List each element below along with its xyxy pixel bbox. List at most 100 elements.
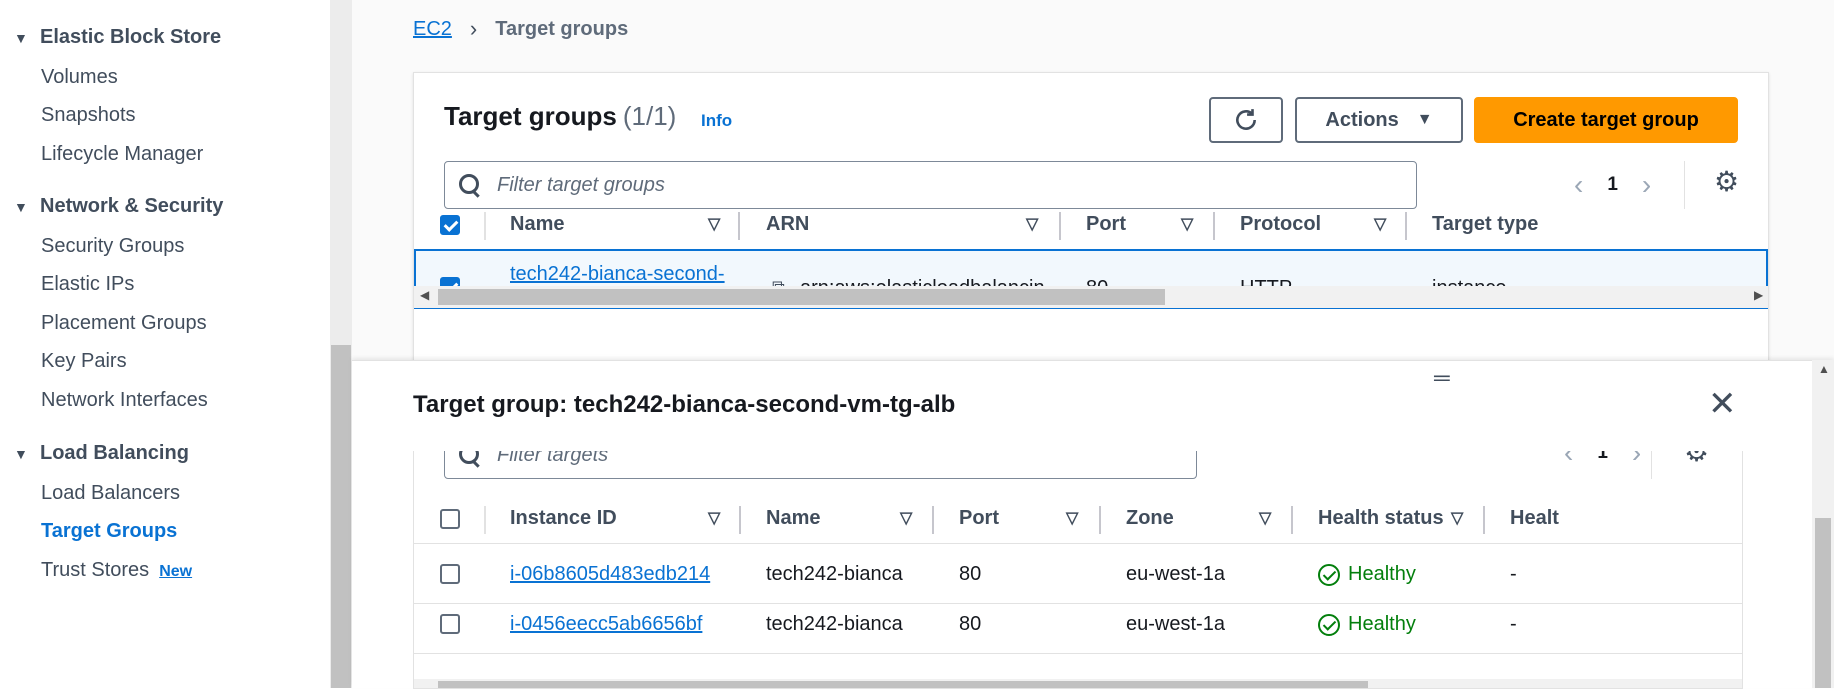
search-icon [457, 172, 483, 198]
refresh-button[interactable] [1209, 97, 1283, 143]
column-header-protocol[interactable]: Protocol [1240, 213, 1321, 236]
create-target-group-button[interactable]: Create target group [1474, 97, 1738, 143]
row-checkbox[interactable] [440, 564, 460, 584]
column-divider[interactable] [738, 212, 740, 240]
sort-icon[interactable]: ▽ [1026, 214, 1038, 234]
sidebar-item-target-groups[interactable]: Target Groups [41, 520, 177, 543]
next-page-icon[interactable]: › [1642, 169, 1651, 201]
health-status: Healthy [1318, 563, 1416, 586]
nav-section-load-balancing[interactable]: ▼ Load Balancing [14, 442, 189, 465]
sort-icon[interactable]: ▽ [1066, 508, 1078, 528]
column-header-port[interactable]: Port [959, 507, 999, 530]
sort-icon[interactable]: ▽ [1181, 214, 1193, 234]
filter-targets-input[interactable]: Filter targets [444, 451, 1197, 479]
instance-name: tech242-bianca [766, 563, 903, 585]
scroll-left-icon[interactable]: ◀ [420, 288, 429, 302]
next-page-icon[interactable]: › [1632, 451, 1641, 469]
nav-section-elastic-block-store[interactable]: ▼ Elastic Block Store [14, 26, 221, 49]
caret-down-icon: ▼ [14, 29, 28, 46]
zone-value: eu-west-1a [1126, 563, 1225, 585]
instance-id-link[interactable]: i-0456eecc5ab6656bf [510, 613, 702, 636]
row-checkbox[interactable] [440, 614, 460, 634]
selection-count: (1/1) [622, 101, 677, 131]
target-group-name-link[interactable]: tech242-bianca-second- [510, 263, 725, 286]
breadcrumb-ec2-link[interactable]: EC2 [413, 18, 452, 41]
column-header-name[interactable]: Name [766, 507, 820, 530]
column-header-target-type[interactable]: Target type [1432, 213, 1538, 236]
select-all-checkbox[interactable] [440, 509, 460, 529]
scroll-up-icon[interactable]: ▲ [1818, 362, 1830, 376]
sort-icon[interactable]: ▽ [900, 508, 912, 528]
table-row[interactable]: i-0456eecc5ab6656bf tech242-bianca 80 eu… [414, 595, 1742, 654]
sidebar-item-lifecycle-manager[interactable]: Lifecycle Manager [41, 143, 203, 166]
port-value: 80 [959, 613, 982, 635]
scrollbar-thumb[interactable] [1815, 518, 1831, 688]
info-link[interactable]: Info [701, 111, 732, 131]
status-ok-icon [1318, 563, 1340, 586]
caret-down-icon: ▼ [14, 445, 28, 462]
prev-page-icon[interactable]: ‹ [1564, 451, 1573, 469]
page-number[interactable]: 1 [1607, 174, 1618, 196]
targets-table-header: Instance ID ▽ Name ▽ Port ▽ Zone ▽ Healt… [414, 494, 1742, 544]
sort-icon[interactable]: ▽ [708, 508, 720, 528]
split-panel: ═ Target group: tech242-bianca-second-vm… [352, 360, 1834, 689]
column-divider[interactable] [932, 506, 934, 534]
column-divider [484, 212, 486, 240]
column-divider[interactable] [1059, 212, 1061, 240]
column-header-instance-id[interactable]: Instance ID [510, 507, 617, 530]
pagination: ‹ 1 › [1564, 451, 1641, 469]
column-header-name[interactable]: Name [510, 213, 564, 236]
split-panel-scrollbar[interactable]: ▲ [1812, 360, 1834, 688]
horizontal-scrollbar[interactable]: ◀ ▶ [414, 286, 1768, 308]
gear-icon[interactable]: ⚙ [1684, 451, 1709, 468]
close-icon[interactable]: ✕ [1708, 387, 1737, 421]
select-all-checkbox[interactable] [440, 215, 460, 235]
sidebar-item-elastic-ips[interactable]: Elastic IPs [41, 273, 134, 296]
sort-icon[interactable]: ▽ [1451, 508, 1463, 528]
instance-id-link[interactable]: i-06b8605d483edb214 [510, 563, 710, 586]
column-header-arn[interactable]: ARN [766, 213, 809, 236]
column-divider[interactable] [1291, 506, 1293, 534]
column-header-zone[interactable]: Zone [1126, 507, 1174, 530]
caret-down-icon: ▼ [1416, 111, 1433, 128]
pagination: ‹ 1 › [1574, 169, 1651, 201]
sort-icon[interactable]: ▽ [708, 214, 720, 234]
column-divider [484, 506, 486, 534]
sort-icon[interactable]: ▽ [1374, 214, 1386, 234]
gear-icon[interactable]: ⚙ [1714, 165, 1739, 198]
panel-title: Target groups (1/1) [444, 101, 677, 131]
scrollbar-thumb[interactable] [438, 289, 1165, 305]
chevron-right-icon: › [469, 16, 478, 41]
sidebar-item-network-interfaces[interactable]: Network Interfaces [41, 389, 208, 412]
page-number[interactable]: 1 [1597, 451, 1608, 464]
prev-page-icon[interactable]: ‹ [1574, 169, 1583, 201]
search-icon [457, 451, 483, 468]
column-header-health-details[interactable]: Healt [1510, 507, 1559, 530]
scroll-right-icon[interactable]: ▶ [1754, 288, 1763, 302]
refresh-icon [1236, 109, 1256, 130]
column-divider[interactable] [1405, 212, 1407, 240]
actions-dropdown-button[interactable]: Actions ▼ [1295, 97, 1463, 143]
sort-icon[interactable]: ▽ [1259, 508, 1271, 528]
sidebar-item-load-balancers[interactable]: Load Balancers [41, 482, 180, 505]
sidebar-item-security-groups[interactable]: Security Groups [41, 235, 184, 258]
table-header: Name ▽ ARN ▽ Port ▽ Protocol ▽ Target ty… [414, 200, 1768, 250]
sidebar-nav: ▼ Elastic Block Store Volumes Snapshots … [0, 0, 330, 688]
column-divider[interactable] [739, 506, 741, 534]
column-divider[interactable] [1099, 506, 1101, 534]
column-header-port[interactable]: Port [1086, 213, 1126, 236]
health-details: - [1510, 563, 1517, 585]
sidebar-item-placement-groups[interactable]: Placement Groups [41, 312, 207, 335]
column-header-health-status[interactable]: Health status [1318, 507, 1444, 530]
sidebar-item-volumes[interactable]: Volumes [41, 66, 118, 89]
column-divider[interactable] [1483, 506, 1485, 534]
sidebar-item-key-pairs[interactable]: Key Pairs [41, 350, 127, 373]
nav-section-network-security[interactable]: ▼ Network & Security [14, 195, 223, 218]
column-divider[interactable] [1213, 212, 1215, 240]
sidebar-item-snapshots[interactable]: Snapshots [41, 104, 136, 127]
sidebar-scrollbar-thumb[interactable] [331, 345, 351, 688]
drag-handle-icon[interactable]: ═ [1434, 365, 1450, 391]
sidebar-item-trust-stores[interactable]: Trust Stores New [41, 559, 192, 582]
breadcrumb-current: Target groups [495, 17, 629, 40]
health-details: - [1510, 613, 1517, 635]
